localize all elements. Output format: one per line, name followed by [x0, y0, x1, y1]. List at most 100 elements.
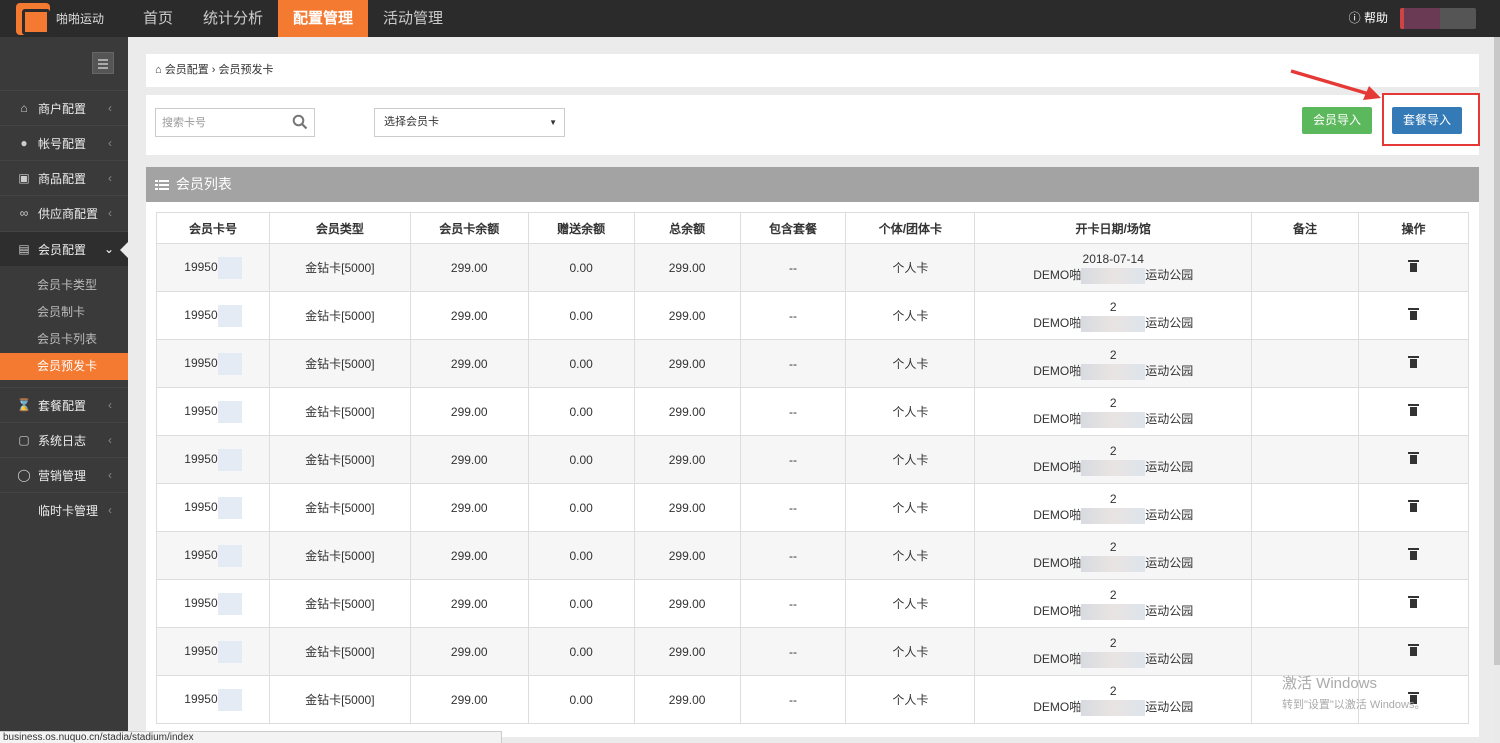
search-input[interactable] [156, 109, 286, 136]
cell-date-venue: 2 DEMO啪 运动公园 [974, 675, 1253, 724]
user-icon: ● [20, 136, 28, 150]
nav-config[interactable]: 配置管理 [278, 0, 369, 37]
member-list-panel: 会员列表 会员卡号 会员类型 会员卡余额 赠送余额 总余额 包含套餐 个体/团体… [146, 167, 1479, 737]
cell-remark [1251, 627, 1360, 676]
open-date: 2 [1109, 492, 1117, 507]
sidebar-item-label: 系统日志 [38, 433, 87, 448]
redacted-block [217, 640, 242, 663]
cell-total: 299.00 [633, 483, 741, 532]
panel-header: 会员列表 [146, 167, 1479, 202]
sidebar-sub-card-type[interactable]: 会员卡类型 [0, 272, 128, 299]
cell-card-type: 金钻卡[5000] [268, 531, 411, 580]
sidebar-item-supplier[interactable]: ∞ 供应商配置 ‹ [0, 195, 128, 230]
redacted-block [217, 592, 242, 615]
venue: DEMO啪 运动公园 [1033, 603, 1194, 620]
trash-icon[interactable] [1408, 404, 1419, 416]
sidebar-item-marketing[interactable]: ◯ 营销管理 ‹ [0, 457, 128, 492]
cell-kind: 个人卡 [845, 483, 976, 532]
brand-logo[interactable]: 啪啪运动 [0, 0, 128, 37]
sidebar-toggle-icon[interactable] [92, 52, 114, 74]
cell-remark [1251, 243, 1360, 292]
redacted-block [1081, 315, 1146, 332]
chevron-left-icon: ‹ [108, 171, 112, 185]
member-import-button[interactable]: 会员导入 [1302, 107, 1373, 134]
help-link[interactable]: ⓘ 帮助 [1349, 0, 1388, 37]
trash-icon[interactable] [1408, 356, 1419, 368]
sidebar-sub-card-list[interactable]: 会员卡列表 [0, 326, 128, 353]
table-row: 19950 金钻卡[5000] 299.00 0.00 299.00 -- 个人卡 2018-… [156, 243, 1469, 292]
cell-remark [1251, 435, 1360, 484]
sidebar-item-syslog[interactable]: ▢ 系统日志 ‹ [0, 422, 128, 457]
sidebar-item-merchant[interactable]: ⌂ 商户配置 ‹ [0, 90, 128, 125]
question-circle-icon: ⓘ [1348, 11, 1361, 25]
member-card-select[interactable]: 选择会员卡 ▼ [374, 108, 565, 137]
trash-icon[interactable] [1408, 260, 1419, 272]
sidebar-item-account[interactable]: ● 帐号配置 ‹ [0, 125, 128, 160]
cell-package: -- [739, 339, 847, 388]
cell-kind: 个人卡 [845, 387, 976, 436]
home-icon: ⌂ [20, 101, 28, 115]
sidebar-sub-card-make[interactable]: 会员制卡 [0, 299, 128, 326]
trash-icon[interactable] [1408, 500, 1419, 512]
sidebar-item-tempcard[interactable]: 临时卡管理 ‹ [0, 492, 128, 527]
nav-activities[interactable]: 活动管理 [368, 0, 458, 37]
cell-kind: 个人卡 [845, 675, 976, 724]
link-icon: ∞ [19, 206, 29, 220]
user-avatar[interactable] [1400, 8, 1476, 29]
sidebar-item-label: 营销管理 [38, 468, 87, 483]
member-table: 会员卡号 会员类型 会员卡余额 赠送余额 总余额 包含套餐 个体/团体卡 开卡日… [156, 212, 1469, 724]
cell-total: 299.00 [633, 339, 741, 388]
cell-remark [1251, 339, 1360, 388]
cell-card-type: 金钻卡[5000] [268, 435, 411, 484]
cell-date-venue: 2 DEMO啪 运动公园 [974, 291, 1253, 340]
sidebar-item-label: 会员配置 [38, 242, 87, 257]
cell-balance: 299.00 [409, 483, 529, 532]
breadcrumb-root[interactable]: 会员配置 [165, 64, 209, 76]
table-row: 19950 金钻卡[5000] 299.00 0.00 299.00 -- 个人卡 2 DEMO… [156, 531, 1469, 580]
cell-card-no: 19950 [156, 339, 270, 388]
trash-icon[interactable] [1408, 308, 1419, 320]
redacted-block [1081, 507, 1146, 524]
trash-icon[interactable] [1408, 548, 1419, 560]
table-row: 19950 金钻卡[5000] 299.00 0.00 299.00 -- 个人卡 2 DEMO… [156, 675, 1469, 724]
cell-date-venue: 2 DEMO啪 运动公园 [974, 627, 1253, 676]
cell-gift: 0.00 [527, 339, 635, 388]
cell-total: 299.00 [633, 531, 741, 580]
sidebar-item-package[interactable]: ⌛ 套餐配置 ‹ [0, 387, 128, 422]
status-url: business.os.nuquo.cn/stadia/stadium/inde… [0, 731, 502, 743]
open-date: 2018-07-14 [1082, 252, 1144, 267]
trash-icon[interactable] [1408, 452, 1419, 464]
scrollbar-thumb[interactable] [1494, 37, 1500, 665]
sidebar-sub-precard[interactable]: 会员预发卡 [0, 353, 128, 380]
sidebar-item-label: 套餐配置 [38, 398, 87, 413]
trash-icon[interactable] [1408, 596, 1419, 608]
cell-action [1358, 483, 1469, 532]
active-pointer [120, 242, 128, 258]
cell-balance: 299.00 [409, 243, 529, 292]
redacted-block [1081, 267, 1146, 284]
col-date-venue: 开卡日期/场馆 [974, 212, 1253, 244]
cell-gift: 0.00 [527, 531, 635, 580]
annotation-highlight-box [1382, 93, 1480, 146]
cell-card-type: 金钻卡[5000] [268, 483, 411, 532]
trash-icon[interactable] [1408, 644, 1419, 656]
chevron-left-icon: ‹ [108, 503, 112, 517]
caret-down-icon: ▼ [549, 118, 557, 127]
cell-kind: 个人卡 [845, 339, 976, 388]
logo-icon [16, 2, 50, 35]
sidebar-item-goods[interactable]: ▣ 商品配置 ‹ [0, 160, 128, 195]
cell-package: -- [739, 579, 847, 628]
cell-card-no: 19950 [156, 435, 270, 484]
redacted-block [217, 448, 242, 471]
col-gift: 赠送余额 [527, 212, 635, 244]
nav-statistics[interactable]: 统计分析 [188, 0, 278, 37]
cell-card-type: 金钻卡[5000] [268, 579, 411, 628]
open-date: 2 [1109, 396, 1117, 411]
cell-balance: 299.00 [409, 339, 529, 388]
redacted-block [1081, 363, 1146, 380]
sidebar-item-member[interactable]: ▤ 会员配置 ⌄ [0, 231, 128, 266]
table-row: 19950 金钻卡[5000] 299.00 0.00 299.00 -- 个人卡 2 DEMO… [156, 579, 1469, 628]
nav-home[interactable]: 首页 [128, 0, 188, 37]
search-icon[interactable] [292, 114, 308, 130]
cell-card-no: 19950 [156, 243, 270, 292]
